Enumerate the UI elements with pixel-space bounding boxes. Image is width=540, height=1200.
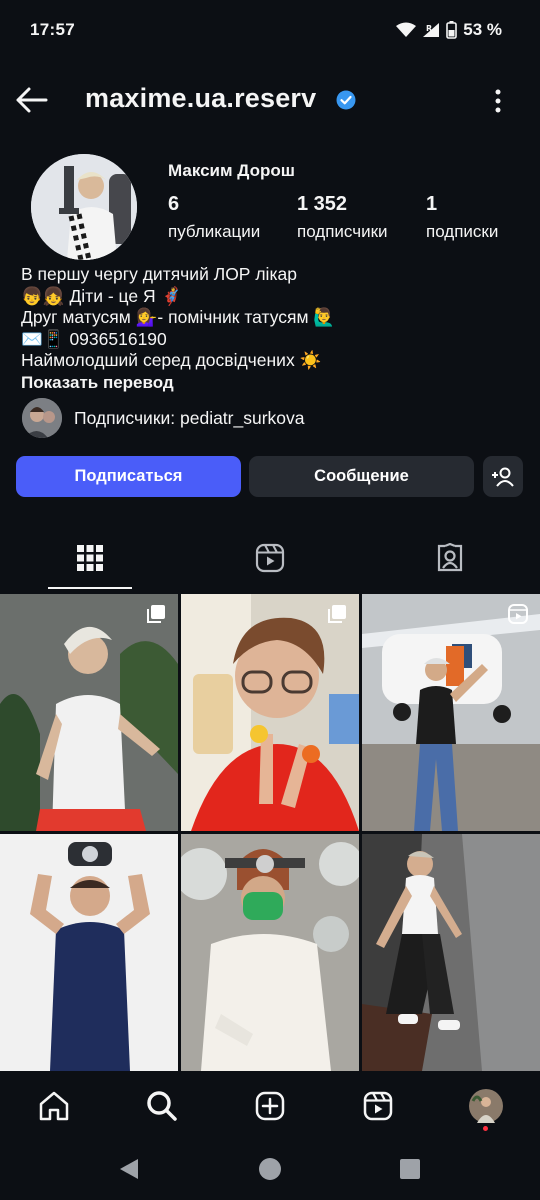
search-icon: [147, 1091, 177, 1121]
system-home-button[interactable]: [258, 1157, 282, 1186]
system-back-button[interactable]: [118, 1158, 140, 1185]
tab-posts-grid[interactable]: [70, 540, 110, 576]
profile-bio: В першу чергу дитячий ЛОР лікар 👦👧 Діти …: [21, 264, 335, 372]
create-post-icon: [255, 1091, 285, 1121]
signal-icon: R: [423, 23, 440, 37]
back-button[interactable]: [14, 84, 50, 116]
tab-tagged[interactable]: [430, 540, 470, 576]
notification-dot: [483, 1126, 488, 1131]
profile-username: maxime.ua.reserv: [85, 83, 317, 113]
post-thumbnail[interactable]: [181, 834, 359, 1071]
multiple-photos-icon: [328, 605, 346, 623]
triangle-back-icon: [120, 1159, 138, 1179]
multiple-photos-icon: [147, 605, 165, 623]
profile-full-name: Максим Дорош: [168, 161, 295, 180]
status-icons: R 53 %: [396, 20, 502, 40]
nav-reels[interactable]: [360, 1088, 396, 1124]
battery-icon: [446, 21, 458, 39]
wifi-icon: [396, 22, 417, 37]
more-options-button[interactable]: [486, 86, 510, 116]
tagged-icon: [437, 543, 463, 572]
stat-label: подписки: [426, 222, 499, 241]
verified-badge-icon: [336, 90, 356, 110]
bio-line: В першу чергу дитячий ЛОР лікар: [21, 264, 297, 284]
posts-count[interactable]: 6 публикации: [168, 193, 260, 242]
stat-value: 6: [168, 193, 180, 215]
post-thumbnail[interactable]: [0, 834, 178, 1071]
system-recents-button[interactable]: [400, 1159, 420, 1184]
square-recents-icon: [400, 1159, 420, 1179]
show-translation-link[interactable]: Показать перевод: [21, 373, 174, 393]
active-tab-indicator: [48, 587, 132, 589]
message-button[interactable]: Сообщение: [249, 456, 474, 497]
following-count[interactable]: 1 подписки: [426, 193, 498, 242]
bio-phone[interactable]: ✉️📱 0936516190: [21, 329, 335, 351]
profile-avatar: [469, 1089, 503, 1123]
stat-label: подписчики: [297, 222, 388, 241]
followers-count[interactable]: 1 352 подписчики: [297, 193, 388, 242]
add-person-icon: [492, 467, 514, 487]
reels-icon: [363, 1091, 393, 1121]
nav-home[interactable]: [36, 1088, 72, 1124]
post-thumbnail[interactable]: [362, 834, 540, 1071]
stat-label: публикации: [168, 222, 261, 241]
suggested-users-button[interactable]: [483, 456, 523, 497]
follow-button[interactable]: Подписаться: [16, 456, 241, 497]
nav-profile[interactable]: [468, 1088, 504, 1124]
more-vertical-icon: [495, 89, 501, 113]
bio-line: Наймолодший серед досвідчених ☀️: [21, 350, 322, 371]
reels-icon: [255, 543, 285, 573]
arrow-left-icon: [16, 87, 48, 113]
profile-avatar[interactable]: [31, 154, 137, 260]
post-thumbnail[interactable]: [362, 594, 540, 831]
grid-icon: [77, 545, 103, 571]
bio-line: 👦👧 Діти - це Я 🦸: [21, 285, 183, 306]
reel-indicator-icon: [508, 604, 528, 624]
stat-value: 1: [426, 193, 438, 215]
battery-percent: 53 %: [463, 20, 502, 39]
bio-line: Друг матусям 💁‍♀️- помічник татусям 🙋‍♂️: [21, 307, 336, 328]
tab-reels[interactable]: [250, 540, 290, 576]
followed-by-text[interactable]: Подписчики: pediatr_surkova: [74, 408, 305, 429]
mutual-follower-avatar[interactable]: [22, 398, 62, 438]
post-thumbnail[interactable]: [181, 594, 359, 831]
circle-home-icon: [259, 1158, 281, 1180]
post-thumbnail[interactable]: [0, 594, 178, 831]
status-time: 17:57: [30, 20, 75, 39]
stat-value: 1 352: [297, 193, 348, 215]
nav-search[interactable]: [144, 1088, 180, 1124]
svg-text:R: R: [426, 24, 432, 33]
home-icon: [39, 1091, 69, 1121]
nav-create[interactable]: [252, 1088, 288, 1124]
